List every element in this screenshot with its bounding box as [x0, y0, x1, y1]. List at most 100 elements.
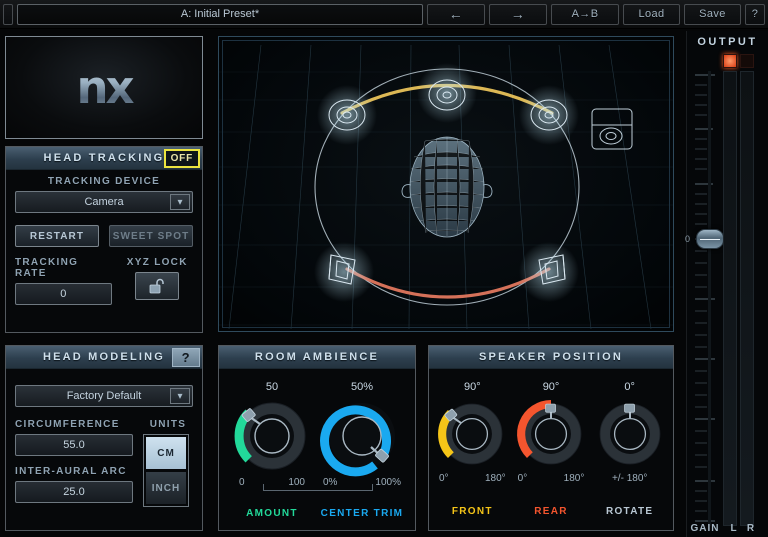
head-tracking-power-button[interactable]: OFF — [163, 149, 200, 168]
gain-zero-label: 0 — [685, 234, 691, 244]
tracking-device-value: Camera — [84, 196, 124, 208]
tracking-rate-field[interactable]: 0 — [15, 283, 112, 305]
rear-label: REAR — [534, 506, 568, 517]
amount-knob-group: 50 0 100 AMOUNT — [227, 381, 317, 519]
center-trim-value: 50% — [350, 381, 374, 393]
3d-room-view[interactable] — [218, 36, 674, 332]
preset-display[interactable]: A: Initial Preset* — [17, 3, 423, 25]
meter-left-label: L — [730, 523, 737, 534]
units-option-cm[interactable]: CM — [146, 437, 186, 469]
front-value: 90° — [464, 381, 481, 393]
amount-min: 0 — [239, 477, 245, 488]
rotate-knob-group: 0° +/- 180° ROTATE — [590, 381, 669, 517]
camera-icon — [591, 108, 633, 150]
head-model — [401, 136, 493, 238]
tracking-rate-label: TRACKING RATE — [15, 257, 79, 279]
front-scale: 0° 180° — [433, 473, 512, 484]
rotate-knob[interactable] — [591, 395, 669, 473]
center-trim-knob[interactable] — [319, 395, 405, 477]
front-label: FRONT — [451, 506, 493, 517]
rotate-scale: +/- 180° — [590, 473, 669, 484]
center-trim-max: 100% — [375, 477, 401, 488]
3d-scene — [219, 44, 673, 330]
head-modeling-header: HEAD MODELING ? — [6, 346, 202, 369]
head-model-preset-value: Factory Default — [66, 390, 142, 402]
gain-scale-ticks — [695, 74, 715, 522]
xyz-lock-label: XYZ LOCK — [126, 257, 188, 268]
chevron-down-icon[interactable]: ▾ — [170, 388, 190, 404]
tracking-device-label: TRACKING DEVICE — [47, 176, 161, 187]
tracking-device-select[interactable]: Camera ▾ — [15, 191, 193, 213]
load-button[interactable]: Load — [623, 3, 680, 25]
xyz-lock-button[interactable] — [135, 272, 180, 300]
amount-label: AMOUNT — [246, 508, 298, 519]
circumference-field[interactable]: 55.0 — [15, 434, 133, 456]
circumference-label: CIRCUMFERENCE — [15, 419, 120, 430]
rear-knob[interactable] — [512, 395, 590, 473]
rear-knob-group: 90° 0° 180° REAR — [512, 381, 591, 517]
clip-indicator-right[interactable] — [740, 54, 754, 68]
head-model-preset-select[interactable]: Factory Default ▾ — [15, 385, 193, 407]
head-modeling-panel: HEAD MODELING ? Factory Default ▾ CIRCUM… — [5, 345, 203, 531]
center-trim-knob-group: 50% 0% 100% CENTER TRIM — [317, 381, 407, 519]
front-max: 180° — [484, 473, 506, 484]
output-section: OUTPUT 0 GAIN L R — [685, 31, 768, 537]
meter-right — [740, 71, 754, 526]
front-knob[interactable] — [433, 395, 511, 473]
meter-left — [723, 71, 737, 526]
speaker-position-panel: SPEAKER POSITION 90° 0° 180° FRONT 90° 0… — [428, 345, 674, 531]
link-bracket — [263, 484, 373, 491]
head-modeling-title: HEAD MODELING — [42, 351, 166, 363]
clip-indicator-left[interactable] — [723, 54, 737, 68]
gain-label: GAIN — [690, 523, 720, 534]
restart-button[interactable]: RESTART — [15, 225, 99, 247]
gain-fader-track[interactable] — [708, 71, 711, 526]
center-trim-label: CENTER TRIM — [320, 508, 404, 519]
copy-a-to-b-button[interactable]: A→B — [551, 3, 619, 25]
chevron-down-icon[interactable]: ▾ — [170, 194, 190, 210]
gain-fader-handle[interactable] — [696, 229, 724, 249]
room-ambience-title: ROOM AMBIENCE — [254, 351, 380, 363]
units-toggle-group: CM INCH — [143, 434, 189, 507]
top-toolbar: A: Initial Preset* ← → A→B Load Save ? — [0, 0, 768, 29]
units-option-inch[interactable]: INCH — [146, 472, 186, 504]
interaural-arc-field[interactable]: 25.0 — [15, 481, 133, 503]
head-tracking-title: HEAD TRACKING — [43, 152, 165, 164]
rear-arc — [345, 267, 551, 299]
units-label: UNITS — [149, 419, 187, 430]
rotate-range: +/- 180° — [611, 473, 648, 484]
rear-value: 90° — [542, 381, 560, 393]
speaker-position-header: SPEAKER POSITION — [429, 346, 673, 369]
front-knob-group: 90° 0° 180° FRONT — [433, 381, 512, 517]
help-button[interactable]: ? — [745, 3, 765, 25]
clip-indicators — [723, 54, 757, 68]
rear-scale: 0° 180° — [512, 473, 591, 484]
interaural-arc-label: INTER-AURAL ARC — [15, 466, 127, 477]
toolbar-left-edge-button[interactable] — [3, 3, 13, 25]
preset-prev-button[interactable]: ← — [427, 3, 485, 25]
head-tracking-panel: HEAD TRACKING OFF TRACKING DEVICE Camera… — [5, 146, 203, 333]
rear-max: 180° — [563, 473, 585, 484]
head-modeling-help-button[interactable]: ? — [172, 348, 200, 367]
room-ambience-header: ROOM AMBIENCE — [219, 346, 415, 369]
speaker-position-title: SPEAKER POSITION — [479, 351, 623, 363]
front-min: 0° — [439, 473, 449, 484]
output-meters — [723, 71, 757, 526]
rotate-label: ROTATE — [605, 506, 654, 517]
sweet-spot-button[interactable]: SWEET SPOT — [109, 225, 193, 247]
output-title: OUTPUT — [697, 36, 758, 48]
rear-min: 0° — [517, 473, 528, 484]
unlocked-padlock-icon — [149, 278, 164, 294]
preset-next-button[interactable]: → — [489, 3, 547, 25]
plugin-window: A: Initial Preset* ← → A→B Load Save ? n… — [0, 0, 768, 537]
meter-right-label: R — [746, 523, 755, 534]
amount-knob[interactable] — [229, 395, 315, 477]
rotate-value: 0° — [624, 381, 635, 393]
nx-logo: nx — [6, 37, 202, 138]
amount-value: 50 — [265, 381, 279, 393]
output-bottom-labels: GAIN L R — [687, 523, 768, 534]
logo-panel: nx — [5, 36, 203, 139]
save-button[interactable]: Save — [684, 3, 741, 25]
room-ambience-panel: ROOM AMBIENCE 50 0 100 AMOUNT 50% 0% 100… — [218, 345, 416, 531]
head-tracking-header: HEAD TRACKING OFF — [6, 147, 202, 170]
